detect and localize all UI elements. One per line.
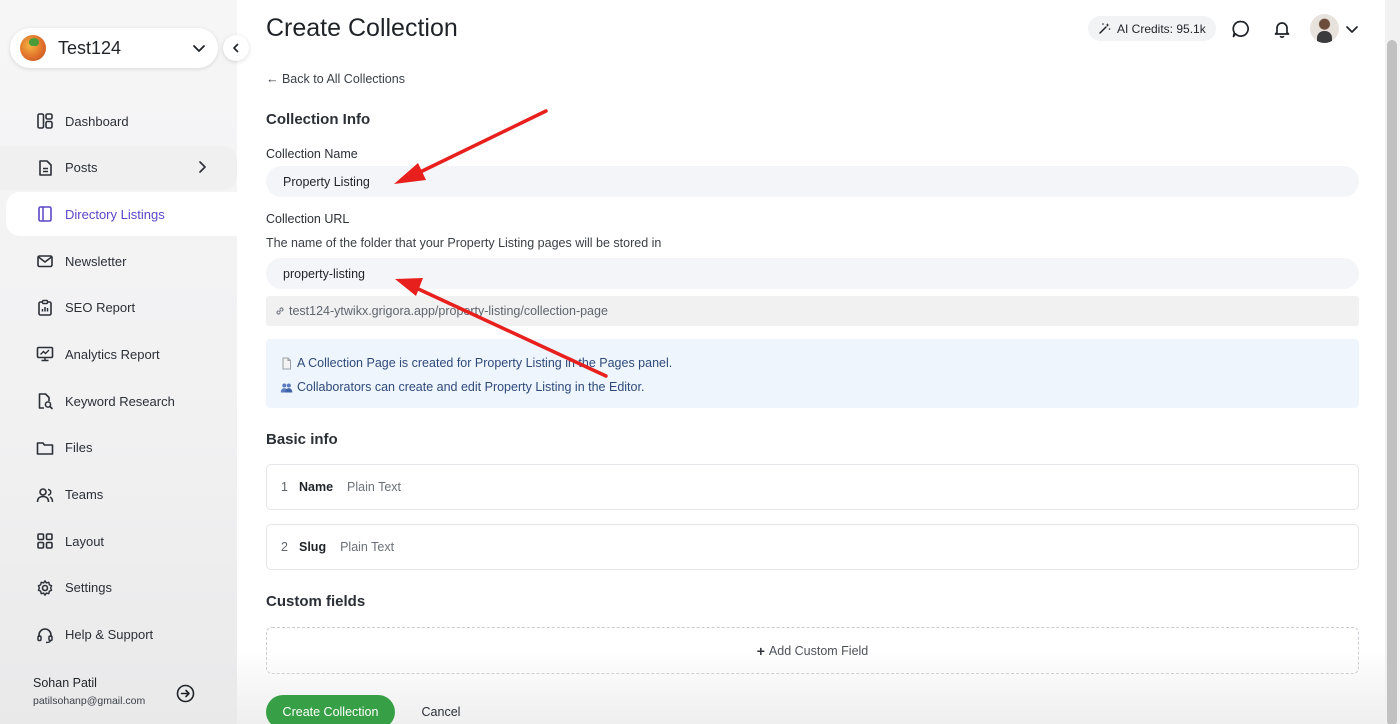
- field-row-name[interactable]: 1 Name Plain Text: [266, 464, 1359, 510]
- cancel-button[interactable]: Cancel: [409, 695, 473, 724]
- sidebar-item-keyword-research[interactable]: Keyword Research: [0, 379, 237, 423]
- sidebar-item-help-support[interactable]: Help & Support: [0, 613, 237, 657]
- workspace-name: Test124: [58, 37, 122, 58]
- sidebar: Test124 Dashboard Posts Directory Listin…: [0, 0, 237, 724]
- users-icon: [36, 487, 54, 502]
- field-type: Plain Text: [340, 540, 395, 554]
- headset-icon: [37, 627, 53, 643]
- sidebar-item-label: Dashboard: [65, 113, 129, 129]
- sidebar-item-newsletter[interactable]: Newsletter: [0, 239, 237, 283]
- field-type: Plain Text: [347, 480, 402, 494]
- sidebar-item-label: Help & Support: [65, 627, 154, 643]
- mail-icon: [37, 255, 53, 268]
- sidebar-item-dashboard[interactable]: Dashboard: [0, 99, 237, 143]
- bell-icon[interactable]: [1272, 19, 1292, 39]
- collection-info-heading: Collection Info: [266, 111, 371, 128]
- ai-credits-label: AI Credits: 95.1k: [1117, 21, 1206, 36]
- monitor-chart-icon: [36, 347, 54, 362]
- logout-icon[interactable]: [176, 684, 195, 703]
- page-icon: [282, 357, 291, 369]
- sidebar-item-label: Settings: [65, 580, 112, 596]
- sidebar-item-label: Keyword Research: [65, 393, 175, 409]
- sidebar-item-teams[interactable]: Teams: [0, 473, 237, 517]
- sidebar-item-directory-listings[interactable]: Directory Listings: [6, 192, 237, 237]
- back-to-collections-link[interactable]: ← Back to All Collections: [266, 72, 405, 86]
- url-preview-text: test124-ytwikx.grigora.app/property-list…: [289, 304, 608, 318]
- field-number: 1: [281, 480, 288, 494]
- collection-url-input[interactable]: [266, 258, 1359, 289]
- chevron-left-icon: [233, 43, 239, 53]
- field-name: Slug: [299, 540, 327, 554]
- sidebar-item-label: Files: [65, 440, 93, 456]
- sidebar-item-posts[interactable]: Posts: [0, 145, 237, 190]
- create-collection-button[interactable]: Create Collection: [266, 695, 395, 724]
- sidebar-item-label: Analytics Report: [65, 346, 160, 362]
- info-box: A Collection Page is created for Propert…: [266, 339, 1359, 408]
- url-preview: test124-ytwikx.grigora.app/property-list…: [266, 296, 1359, 326]
- document-icon: [39, 159, 52, 176]
- main-content: Create Collection AI Credits: 95.1k ← Ba…: [237, 0, 1385, 724]
- sidebar-item-label: Teams: [65, 487, 104, 502]
- collection-name-input[interactable]: [266, 166, 1359, 197]
- chevron-down-icon[interactable]: [1345, 22, 1359, 36]
- folder-icon: [36, 442, 54, 455]
- add-custom-field-button[interactable]: + Add Custom Field: [266, 627, 1359, 674]
- people-icon: [280, 383, 293, 392]
- avatar[interactable]: [1310, 14, 1339, 43]
- field-number: 2: [281, 540, 288, 554]
- scrollbar-thumb[interactable]: [1387, 40, 1397, 724]
- sidebar-item-seo-report[interactable]: SEO Report: [0, 286, 237, 330]
- sidebar-item-files[interactable]: Files: [0, 426, 237, 470]
- dashboard-icon: [37, 113, 53, 129]
- sidebar-item-label: Directory Listings: [65, 206, 165, 222]
- collection-url-help: The name of the folder that your Propert…: [266, 236, 662, 250]
- chevron-down-icon: [193, 45, 205, 52]
- sidebar-item-label: Newsletter: [65, 253, 127, 269]
- custom-fields-heading: Custom fields: [266, 593, 366, 610]
- link-icon: [276, 307, 284, 315]
- sidebar-item-label: SEO Report: [65, 300, 136, 316]
- chat-icon[interactable]: [1231, 19, 1251, 39]
- sidebar-item-label: Posts: [65, 160, 98, 176]
- gear-icon: [37, 579, 53, 596]
- sidebar-item-label: Layout: [65, 533, 105, 549]
- basic-info-heading: Basic info: [266, 431, 338, 448]
- sidebar-item-layout[interactable]: Layout: [0, 519, 237, 563]
- info-line-editor: Collaborators can create and edit Proper…: [280, 377, 1345, 397]
- sidebar-nav: Dashboard Posts Directory Listings Newsl…: [0, 99, 237, 659]
- book-icon: [38, 206, 52, 223]
- sidebar-item-analytics-report[interactable]: Analytics Report: [0, 332, 237, 376]
- file-search-icon: [38, 393, 53, 410]
- workspace-logo-icon: [20, 35, 46, 61]
- field-name: Name: [299, 480, 334, 494]
- info-line-pages: A Collection Page is created for Propert…: [280, 353, 1345, 373]
- magic-wand-icon: [1099, 23, 1111, 34]
- grid-icon: [37, 533, 53, 549]
- sidebar-item-settings[interactable]: Settings: [0, 566, 237, 610]
- collection-name-label: Collection Name: [266, 147, 358, 161]
- chevron-right-icon: [199, 160, 206, 173]
- add-custom-field-label: Add Custom Field: [768, 643, 869, 658]
- collection-url-label: Collection URL: [266, 212, 350, 226]
- field-row-slug[interactable]: 2 Slug Plain Text: [266, 524, 1359, 570]
- workspace-switcher[interactable]: Test124: [10, 28, 218, 68]
- plus-icon: +: [756, 642, 765, 659]
- page-title: Create Collection: [266, 14, 458, 42]
- collapse-sidebar-button[interactable]: [223, 35, 249, 61]
- ai-credits-badge[interactable]: AI Credits: 95.1k: [1088, 16, 1216, 41]
- clipboard-icon: [38, 299, 52, 316]
